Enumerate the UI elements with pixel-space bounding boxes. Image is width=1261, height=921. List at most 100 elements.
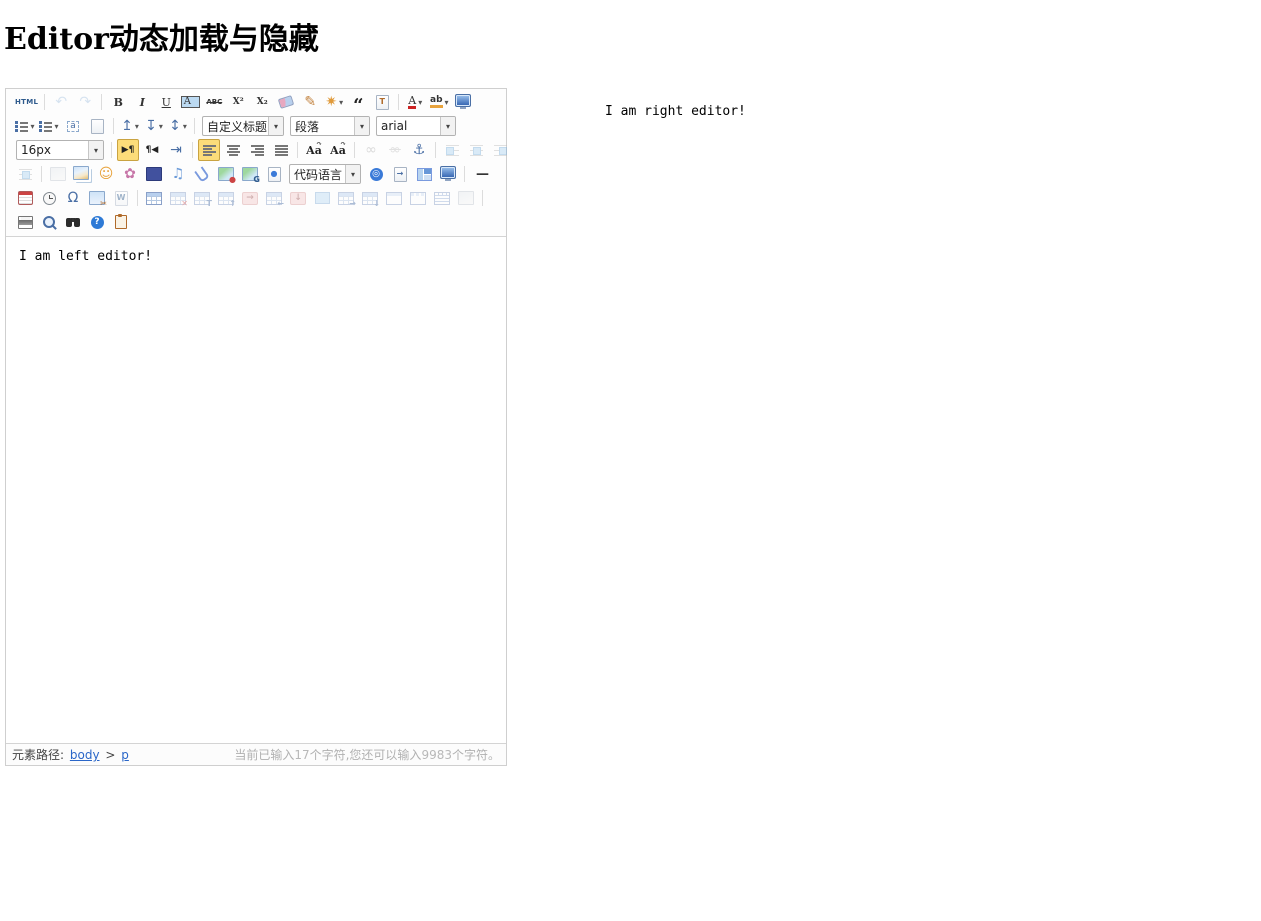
- code-language-select[interactable]: 代码语言▾: [289, 164, 361, 184]
- unordered-list-button[interactable]: ▾: [38, 115, 60, 137]
- clear-doc-button[interactable]: [86, 115, 108, 137]
- overlay-glyph: G: [253, 176, 260, 184]
- align-left-button[interactable]: [198, 139, 220, 161]
- direction-ltr-button[interactable]: ▶¶: [117, 139, 139, 161]
- indent-button[interactable]: ⇥: [165, 139, 187, 161]
- paragraph-format-select[interactable]: 段落▾: [290, 116, 370, 136]
- insert-frame-button[interactable]: ●: [263, 163, 285, 185]
- background-color-button[interactable]: ab▾: [428, 91, 450, 113]
- search-replace-button[interactable]: [62, 211, 84, 233]
- delete-table-icon: ✕: [170, 192, 186, 205]
- dropdown-arrow-icon: ▾: [339, 98, 343, 107]
- split-cols-icon: [410, 192, 426, 205]
- print-button[interactable]: [14, 211, 36, 233]
- undo-icon: ↶: [55, 95, 67, 109]
- template-button[interactable]: [413, 163, 435, 185]
- preview-button[interactable]: [38, 211, 60, 233]
- font-size-select[interactable]: 16px▾: [16, 140, 104, 160]
- date-icon: [18, 191, 33, 205]
- fullscreen-button[interactable]: [452, 91, 474, 113]
- delete-row-button: →: [239, 187, 261, 209]
- right-editor[interactable]: I am right editor!: [507, 88, 746, 119]
- bold-button[interactable]: B: [107, 91, 129, 113]
- align-center-button[interactable]: [222, 139, 244, 161]
- attachment-icon: [194, 166, 210, 182]
- charts-icon: [458, 191, 474, 205]
- direction-rtl-button[interactable]: ¶◀: [141, 139, 163, 161]
- drafts-button[interactable]: [110, 211, 132, 233]
- insert-table-button[interactable]: [143, 187, 165, 209]
- overlay-glyph: ↑: [229, 200, 236, 208]
- toolbar-separator: [101, 94, 102, 110]
- toolbar-row: ▾▾a↥▾↧▾↕▾自定义标题▾段落▾arial▾: [6, 114, 506, 138]
- select-all-button[interactable]: a: [62, 115, 84, 137]
- direction-rtl-icon: ¶◀: [146, 146, 159, 155]
- help-button[interactable]: ?: [86, 211, 108, 233]
- map-button[interactable]: ●: [215, 163, 237, 185]
- paragraph-spacing-bottom-button[interactable]: ↧▾: [143, 115, 165, 137]
- source-button[interactable]: HTML: [14, 91, 39, 113]
- blockquote-button[interactable]: “: [347, 91, 369, 113]
- element-path-body-link[interactable]: body: [70, 748, 100, 762]
- chevron-down-icon: ▾: [88, 141, 103, 159]
- anchor-button[interactable]: ⚓: [408, 139, 430, 161]
- italic-icon: I: [140, 97, 145, 108]
- ordered-list-button[interactable]: ▾: [14, 115, 36, 137]
- image-float-left-button: [441, 139, 463, 161]
- to-lowercase-button[interactable]: Aa: [327, 139, 349, 161]
- paragraph-spacing-top-button[interactable]: ↥▾: [119, 115, 141, 137]
- date-button[interactable]: [14, 187, 36, 209]
- toolbar-separator: [192, 142, 193, 158]
- remove-format-button[interactable]: [275, 91, 297, 113]
- attachment-button[interactable]: [191, 163, 213, 185]
- merge-cells-icon: [315, 192, 330, 204]
- chevron-down-icon: ▾: [440, 117, 455, 135]
- italic-button[interactable]: I: [131, 91, 153, 113]
- custom-style-select[interactable]: 自定义标题▾: [202, 116, 284, 136]
- toolbar-row: Ω✂W✕T↑→←↓→↓: [6, 186, 506, 210]
- google-map-button[interactable]: G: [239, 163, 261, 185]
- align-right-button[interactable]: [246, 139, 268, 161]
- music-button[interactable]: ♫: [167, 163, 189, 185]
- horizontal-rule-button[interactable]: —: [470, 163, 495, 185]
- align-left-icon: [203, 145, 216, 156]
- page: Editor动态加载与隐藏 HTML↶↷BIUAABCX²X₂✎✷▾“TA▾ab…: [0, 0, 1261, 921]
- left-editor-content[interactable]: I am left editor!: [6, 237, 506, 743]
- strikethrough-button[interactable]: ABC: [203, 91, 225, 113]
- screenshot-button[interactable]: ✂: [86, 187, 108, 209]
- format-brush-button[interactable]: ✎: [299, 91, 321, 113]
- page-break-button[interactable]: →: [389, 163, 411, 185]
- scrawl-button[interactable]: ✿: [119, 163, 141, 185]
- word-count-entered: 17: [294, 748, 309, 762]
- word-image-button: W: [110, 187, 132, 209]
- special-chars-button[interactable]: Ω: [62, 187, 84, 209]
- time-button[interactable]: [38, 187, 60, 209]
- scrawl-icon: ✿: [124, 167, 136, 181]
- music-icon: ♫: [172, 167, 185, 181]
- insert-video-button[interactable]: [143, 163, 165, 185]
- underline-button[interactable]: U: [155, 91, 177, 113]
- screenshot-icon: ✂: [89, 191, 105, 205]
- font-color-button[interactable]: A▾: [404, 91, 426, 113]
- emotion-button[interactable]: ☺: [95, 163, 117, 185]
- superscript-button[interactable]: X²: [227, 91, 249, 113]
- delete-col-button: ↓: [287, 187, 309, 209]
- align-justify-button[interactable]: [270, 139, 292, 161]
- to-uppercase-button[interactable]: Aa: [303, 139, 325, 161]
- web-app-button[interactable]: ◎: [365, 163, 387, 185]
- font-family-select[interactable]: arial▾: [376, 116, 456, 136]
- screen-capture-button[interactable]: [437, 163, 459, 185]
- dropdown-arrow-icon: ▾: [30, 122, 34, 131]
- multi-image-upload-button[interactable]: [71, 163, 93, 185]
- overlay-glyph: ↓: [373, 200, 380, 208]
- auto-typeset-button[interactable]: ✷▾: [323, 91, 345, 113]
- line-height-button[interactable]: ↕▾: [167, 115, 189, 137]
- word-count-remaining: 9983: [421, 748, 452, 762]
- background-color-icon: ab: [430, 96, 443, 108]
- font-border-button[interactable]: A: [179, 91, 201, 113]
- element-path-p-link[interactable]: p: [121, 748, 129, 762]
- subscript-button[interactable]: X₂: [251, 91, 273, 113]
- overlay-glyph: →: [395, 168, 406, 181]
- word-image-icon: W: [115, 191, 128, 206]
- paste-text-button[interactable]: T: [371, 91, 393, 113]
